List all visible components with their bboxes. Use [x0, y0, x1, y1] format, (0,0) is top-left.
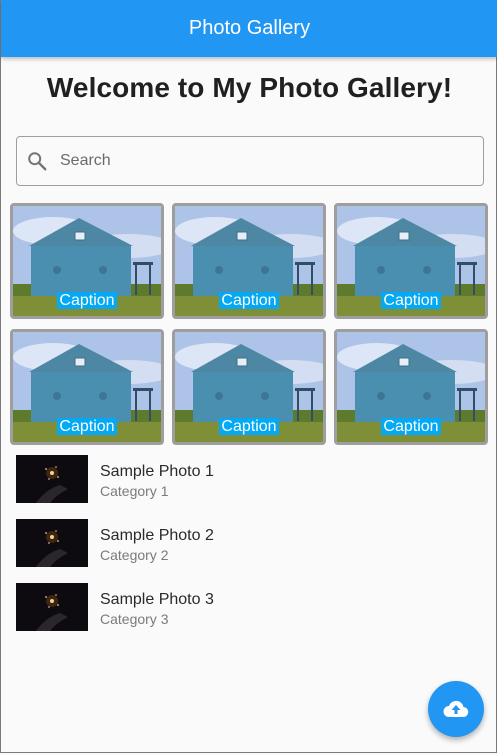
photo-category: Category 1 [100, 483, 169, 499]
tile-caption: Caption [381, 418, 441, 435]
window-edge [497, 0, 501, 755]
gallery-tile[interactable]: Caption [172, 329, 326, 445]
photo-title: Sample Photo 3 [100, 591, 214, 608]
upload-fab-button[interactable] [428, 681, 484, 737]
photo-title: Sample Photo 1 [100, 463, 214, 480]
gallery-tile[interactable]: Caption [10, 203, 164, 319]
list-item[interactable]: Sample Photo 2 Category 2 [16, 519, 486, 583]
cloud-upload-icon [443, 700, 469, 718]
app-bar-title: Photo Gallery [188, 17, 311, 39]
sparkler-thumbnail [16, 455, 88, 503]
tile-caption: Caption [219, 292, 279, 309]
photo-category: Category 2 [100, 547, 169, 563]
tile-caption: Caption [57, 292, 117, 309]
photo-title: Sample Photo 2 [100, 527, 214, 544]
search-field[interactable] [16, 136, 484, 186]
app-window: Photo Gallery Welcome to My Photo Galler… [0, 0, 498, 753]
tile-caption: Caption [57, 418, 117, 435]
app-bar: Photo Gallery [1, 0, 498, 57]
welcome-heading: Welcome to My Photo Gallery! [46, 72, 453, 103]
list-item[interactable]: Sample Photo 1 Category 1 [16, 455, 486, 519]
search-input[interactable] [58, 151, 462, 171]
sparkler-thumbnail [16, 583, 88, 631]
gallery-tile[interactable]: Caption [172, 203, 326, 319]
list-item[interactable]: Sample Photo 3 Category 3 [16, 583, 486, 647]
tile-caption: Caption [381, 292, 441, 309]
gallery-tile[interactable]: Caption [334, 203, 488, 319]
gallery-tile[interactable]: Caption [10, 329, 164, 445]
photo-category: Category 3 [100, 611, 169, 627]
gallery-tile[interactable]: Caption [334, 329, 488, 445]
sparkler-thumbnail [16, 519, 88, 567]
tile-caption: Caption [219, 418, 279, 435]
photo-grid: Caption Caption Caption Caption Caption … [10, 203, 488, 445]
photo-list: Sample Photo 1 Category 1 Sample Photo 2… [16, 455, 486, 647]
search-icon [28, 152, 47, 171]
